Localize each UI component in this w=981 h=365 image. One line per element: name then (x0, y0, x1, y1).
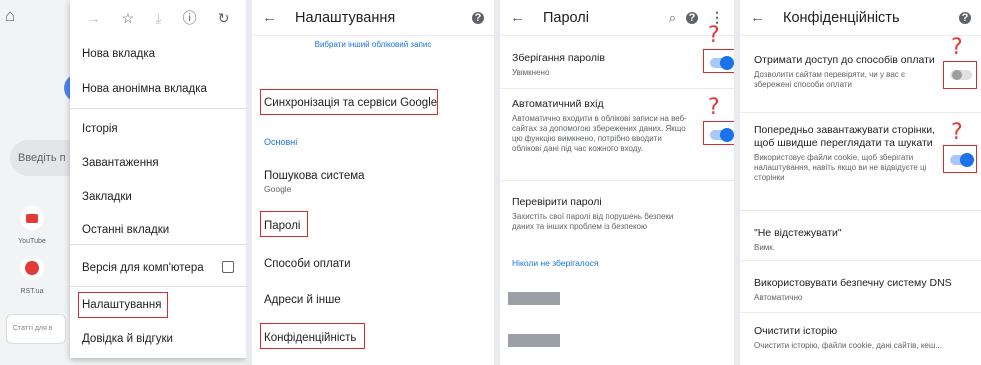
divider (740, 312, 981, 313)
secure-dns-item[interactable]: Використовувати безпечну систему DNS Авт… (754, 277, 969, 303)
search-icon[interactable]: ⌕ (669, 10, 676, 26)
divider (500, 180, 734, 181)
highlight-box (260, 211, 308, 237)
back-arrow-icon[interactable]: ← (510, 9, 525, 26)
question-mark-annotation: ? (708, 95, 720, 120)
menu-toolbar: → ☆ ⤓ ⓘ ↻ (70, 0, 246, 36)
shortcut-rst[interactable]: RST.ua (12, 256, 52, 295)
question-mark-annotation: ? (951, 35, 963, 60)
do-not-track-status: Вимк. (754, 243, 776, 252)
check-passwords-item[interactable]: Перевірити паролі Захистіть свої паролі … (512, 196, 692, 232)
search-engine-label: Пошукова система (264, 170, 365, 182)
do-not-track-item[interactable]: "Не відстежувати" Вимк. (754, 227, 936, 253)
search-box[interactable]: Введіть п (10, 140, 70, 176)
download-icon[interactable]: ⤓ (155, 10, 161, 27)
forward-icon[interactable]: → (87, 10, 101, 26)
auto-signin-description: Автоматично входити в облікові записи на… (512, 114, 687, 153)
shortcut-label: RST.ua (20, 288, 44, 295)
divider (740, 260, 981, 261)
auto-signin-label: Автоматичний вхід (512, 98, 604, 110)
check-passwords-label: Перевірити паролі (512, 196, 602, 208)
highlight-box (943, 145, 977, 173)
privacy-header: ← Конфіденційність ? (740, 0, 981, 36)
clear-history-description: Очистити історію, файли cookie, дані сай… (754, 341, 942, 350)
payment-methods-item[interactable]: Способи оплати (264, 258, 351, 270)
never-saved-heading: Ніколи не зберігалося (512, 258, 599, 268)
redacted-site[interactable] (508, 334, 560, 347)
do-not-track-label: "Не відстежувати" (754, 227, 842, 239)
divider (740, 210, 981, 211)
passwords-panel: ← Паролі ⌕ ? ⋮ Зберігання паролів Увімкн… (500, 0, 734, 365)
search-engine-item[interactable]: Пошукова система Google (264, 170, 365, 194)
divider (500, 88, 734, 89)
menu-item-downloads[interactable]: Завантаження (70, 154, 246, 172)
browser-home-panel: ⌂ Введіть п YouTube RST.ua Статті для в … (0, 0, 246, 365)
page-title: Налаштування (295, 9, 396, 26)
articles-box[interactable]: Статті для в (6, 314, 66, 344)
preload-pages-label: Попередньо завантажувати сторінки, щоб ш… (754, 124, 935, 149)
page-title: Паролі (543, 9, 589, 26)
home-icon[interactable]: ⌂ (5, 6, 15, 26)
redacted-site[interactable] (508, 292, 560, 305)
menu-item-desktop-version[interactable]: Версія для комп'ютера (70, 259, 246, 277)
menu-divider (70, 108, 246, 109)
menu-item-help[interactable]: Довідка й відгуки (70, 330, 246, 348)
secure-dns-status: Автоматично (754, 293, 803, 302)
highlight-box (78, 292, 168, 318)
search-engine-value: Google (264, 184, 292, 194)
divider (740, 112, 981, 113)
payment-access-item[interactable]: Отримати доступ до способів оплати Дозво… (754, 54, 936, 90)
preload-pages-item[interactable]: Попередньо завантажувати сторінки, щоб ш… (754, 124, 936, 183)
menu-item-history[interactable]: Історія (70, 120, 246, 138)
shortcut-youtube[interactable]: YouTube (12, 206, 52, 245)
check-passwords-description: Захистіть свої паролі від порушень безпе… (512, 212, 674, 231)
question-mark-annotation: ? (951, 120, 963, 145)
back-arrow-icon[interactable]: ← (262, 9, 277, 26)
highlight-box (260, 323, 365, 349)
auto-signin-item[interactable]: Автоматичний вхід Автоматично входити в … (512, 98, 692, 154)
highlight-box (703, 121, 734, 145)
help-icon[interactable]: ? (959, 11, 971, 24)
shortcut-label: YouTube (18, 238, 46, 245)
help-icon[interactable]: ? (686, 11, 698, 24)
menu-divider (70, 286, 246, 287)
page-title: Конфіденційність (783, 9, 900, 26)
highlight-box (260, 89, 438, 115)
switch-account-link[interactable]: Вибрати інший обліковий запис (252, 40, 494, 49)
addresses-item[interactable]: Адреси й інше (264, 294, 341, 306)
star-icon[interactable]: ☆ (122, 10, 135, 27)
section-basic: Основні (264, 137, 298, 147)
refresh-icon[interactable]: ↻ (218, 10, 230, 27)
menu-divider (70, 244, 246, 245)
clear-history-item[interactable]: Очистити історію Очистити історію, файли… (754, 325, 974, 351)
settings-panel: ← Налаштування ? Вибрати інший обліковий… (252, 0, 494, 365)
menu-item-new-tab[interactable]: Нова вкладка (70, 45, 246, 63)
preload-pages-description: Використовує файли cookie, щоб зберігати… (754, 153, 927, 182)
highlight-box (943, 61, 977, 89)
passwords-header: ← Паролі ⌕ ? ⋮ (500, 0, 734, 36)
save-passwords-label: Зберігання паролів (512, 52, 605, 64)
back-arrow-icon[interactable]: ← (750, 9, 765, 26)
info-icon[interactable]: ⓘ (183, 8, 197, 28)
secure-dns-label: Використовувати безпечну систему DNS (754, 277, 952, 289)
payment-access-label: Отримати доступ до способів оплати (754, 54, 935, 66)
highlight-box (703, 49, 734, 73)
settings-header: ← Налаштування ? (252, 0, 494, 36)
clear-history-label: Очистити історію (754, 325, 838, 337)
menu-item-bookmarks[interactable]: Закладки (70, 188, 246, 206)
menu-item-recent-tabs[interactable]: Останні вкладки (70, 221, 246, 239)
save-passwords-item[interactable]: Зберігання паролів Увімкнено (512, 52, 692, 78)
desktop-version-checkbox[interactable] (222, 261, 234, 273)
rst-icon (20, 256, 44, 280)
payment-access-description: Дозволити сайтам перевіряти, чи у вас є … (754, 70, 906, 89)
privacy-panel: ← Конфіденційність ? Отримати доступ до … (740, 0, 981, 365)
question-mark-annotation: ? (708, 23, 720, 48)
help-icon[interactable]: ? (472, 11, 484, 24)
menu-item-incognito-tab[interactable]: Нова анонімна вкладка (70, 80, 246, 98)
menu-item-label: Версія для комп'ютера (82, 262, 204, 274)
youtube-icon (20, 206, 44, 230)
save-passwords-status: Увімкнено (512, 68, 550, 77)
